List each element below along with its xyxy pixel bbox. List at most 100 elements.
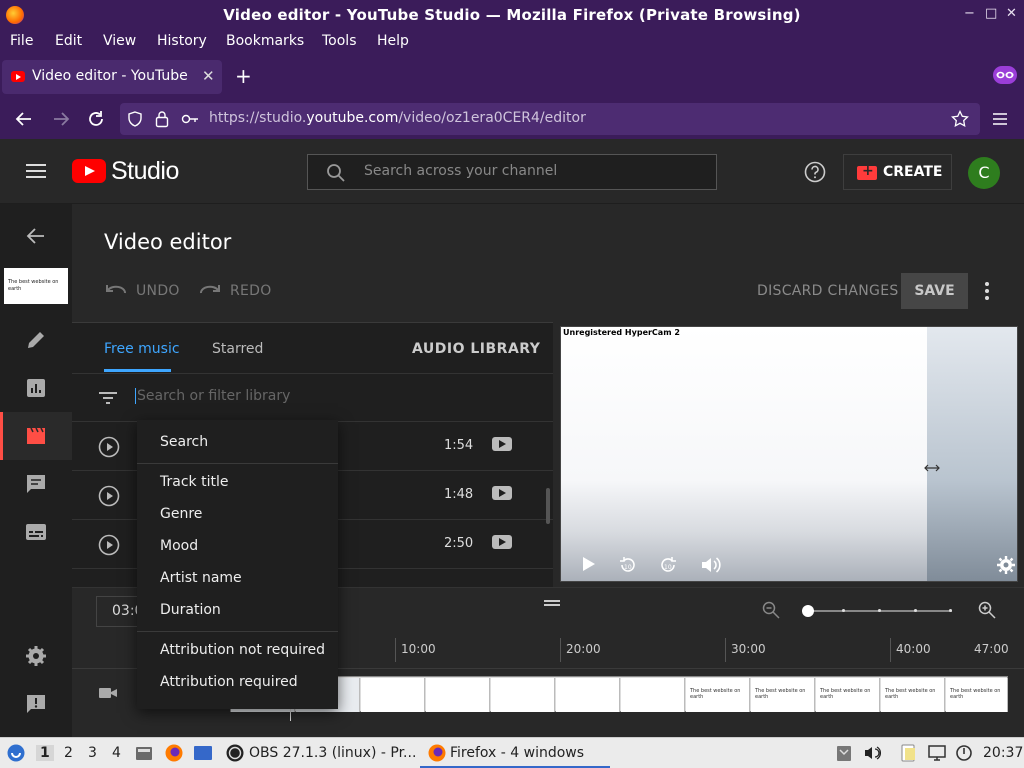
filter-option-duration[interactable]: Duration (160, 602, 221, 618)
filter-option-attribution-not-required[interactable]: Attribution not required (160, 642, 325, 658)
track-duration: 1:48 (444, 487, 474, 502)
redo-button[interactable]: REDO (230, 283, 272, 299)
pencil-icon[interactable] (24, 328, 48, 352)
back-to-content-icon[interactable] (24, 224, 48, 248)
filter-option-track-title[interactable]: Track title (160, 474, 228, 490)
help-icon[interactable] (804, 161, 826, 183)
filter-option-mood[interactable]: Mood (160, 538, 198, 554)
tab-close-button[interactable]: ✕ (202, 67, 215, 85)
power-tray-icon[interactable] (955, 744, 973, 762)
video-preview[interactable]: Unregistered HyperCam 2 10 10 (560, 326, 1018, 582)
filter-row (72, 373, 553, 422)
forward-10-icon[interactable]: 10 (658, 555, 678, 575)
filter-option-attribution-required[interactable]: Attribution required (160, 674, 298, 690)
rewind-10-icon[interactable]: 10 (618, 555, 638, 575)
video-filmstrip[interactable]: The best website on earth The best websi… (230, 676, 1008, 712)
youtube-icon[interactable] (492, 486, 512, 500)
feedback-icon[interactable] (24, 692, 48, 716)
audio-library-link[interactable]: AUDIO LIBRARY (412, 341, 540, 357)
hamburger-menu-icon[interactable] (990, 109, 1010, 129)
menu-history[interactable]: History (157, 33, 207, 49)
zoom-slider-track[interactable] (807, 609, 952, 612)
panel-resize-handle[interactable] (544, 600, 560, 606)
save-button[interactable]: SAVE (901, 273, 968, 309)
menu-file[interactable]: File (10, 33, 33, 49)
menu-view[interactable]: View (103, 33, 136, 49)
minimize-button[interactable]: − (964, 6, 975, 21)
filter-option-search[interactable]: Search (160, 434, 208, 450)
firefox-launcher-icon[interactable] (164, 743, 184, 763)
reload-icon[interactable] (86, 109, 106, 129)
frame-text: The best website on earth (885, 688, 936, 700)
clipboard-icon[interactable] (836, 744, 852, 762)
youtube-icon[interactable] (492, 437, 512, 451)
menu-bookmarks[interactable]: Bookmarks (226, 33, 304, 49)
comments-icon[interactable] (24, 472, 48, 496)
avatar[interactable]: C (968, 157, 1000, 189)
channel-search-input[interactable] (364, 163, 694, 179)
scrollbar-thumb[interactable] (546, 488, 550, 524)
volume-tray-icon[interactable] (863, 744, 881, 762)
filter-icon[interactable] (98, 391, 118, 405)
clapperboard-icon[interactable] (24, 424, 48, 448)
workspace-2[interactable]: 2 (64, 745, 73, 761)
filmstrip-frame (491, 678, 555, 712)
settings-gear-icon[interactable] (24, 644, 48, 668)
workspace-4[interactable]: 4 (112, 745, 121, 761)
network-tray-icon[interactable] (928, 744, 946, 762)
workspace-3[interactable]: 3 (88, 745, 97, 761)
workspace-1[interactable]: 1 (36, 745, 54, 761)
filmstrip-frame: The best website on earth (881, 678, 945, 712)
studio-menu-icon[interactable] (24, 161, 48, 181)
volume-icon[interactable] (700, 555, 722, 575)
play-circle-icon[interactable] (98, 436, 120, 458)
zoom-in-icon[interactable] (978, 601, 996, 619)
zoom-out-icon[interactable] (762, 601, 780, 619)
shield-icon[interactable] (127, 111, 143, 127)
url-domain: youtube.com (306, 110, 399, 126)
menu-help[interactable]: Help (377, 33, 409, 49)
ruler-tick (560, 638, 561, 662)
filter-library-input[interactable] (135, 388, 435, 404)
taskbar-task-obs[interactable]: OBS 27.1.3 (linux) - Pr... (249, 745, 416, 761)
filter-option-artist-name[interactable]: Artist name (160, 570, 242, 586)
page-title: Video editor (104, 230, 232, 254)
new-tab-button[interactable]: + (235, 66, 252, 86)
notes-tray-icon[interactable] (900, 744, 918, 762)
subtitles-icon[interactable] (24, 520, 48, 544)
discard-changes-button[interactable]: DISCARD CHANGES (757, 283, 899, 299)
url-text[interactable]: https://studio.youtube.com/video/oz1era0… (209, 110, 586, 126)
play-circle-icon[interactable] (98, 534, 120, 556)
filter-option-genre[interactable]: Genre (160, 506, 202, 522)
play-icon[interactable] (581, 555, 597, 573)
more-options-icon[interactable] (984, 281, 990, 301)
tab-free-music[interactable]: Free music (104, 341, 180, 357)
player-settings-gear-icon[interactable] (996, 555, 1016, 575)
forward-arrow-icon[interactable] (51, 109, 71, 129)
tab-starred[interactable]: Starred (212, 341, 263, 357)
terminal-icon[interactable] (193, 744, 213, 762)
analytics-icon[interactable] (24, 376, 48, 400)
url-bar[interactable]: https://studio.youtube.com/video/oz1era0… (120, 103, 980, 135)
file-manager-icon[interactable] (135, 744, 153, 762)
menu-tools[interactable]: Tools (322, 33, 357, 49)
taskbar-task-firefox[interactable]: Firefox - 4 windows (450, 745, 584, 761)
youtube-icon[interactable] (492, 535, 512, 549)
youtube-logo-icon[interactable] (72, 159, 106, 183)
browser-tab-active[interactable]: Video editor - YouTube Studio ✕ (2, 60, 222, 94)
play-circle-icon[interactable] (98, 485, 120, 507)
undo-button[interactable]: UNDO (136, 283, 180, 299)
video-thumbnail[interactable]: The best website on earth (4, 268, 68, 304)
permissions-key-icon[interactable] (181, 112, 199, 126)
back-arrow-icon[interactable] (14, 109, 34, 129)
zoom-slider-knob[interactable] (802, 605, 814, 617)
lock-icon[interactable] (155, 110, 169, 128)
close-window-button[interactable]: ✕ (1006, 6, 1017, 21)
maximize-button[interactable]: □ (985, 6, 997, 21)
channel-search[interactable] (307, 154, 717, 190)
studio-logo-text[interactable]: Studio (111, 157, 179, 186)
create-button[interactable]: CREATE (843, 154, 952, 190)
menu-edit[interactable]: Edit (55, 33, 82, 49)
bookmark-star-icon[interactable] (951, 110, 969, 128)
app-launcher-icon[interactable] (6, 743, 26, 763)
